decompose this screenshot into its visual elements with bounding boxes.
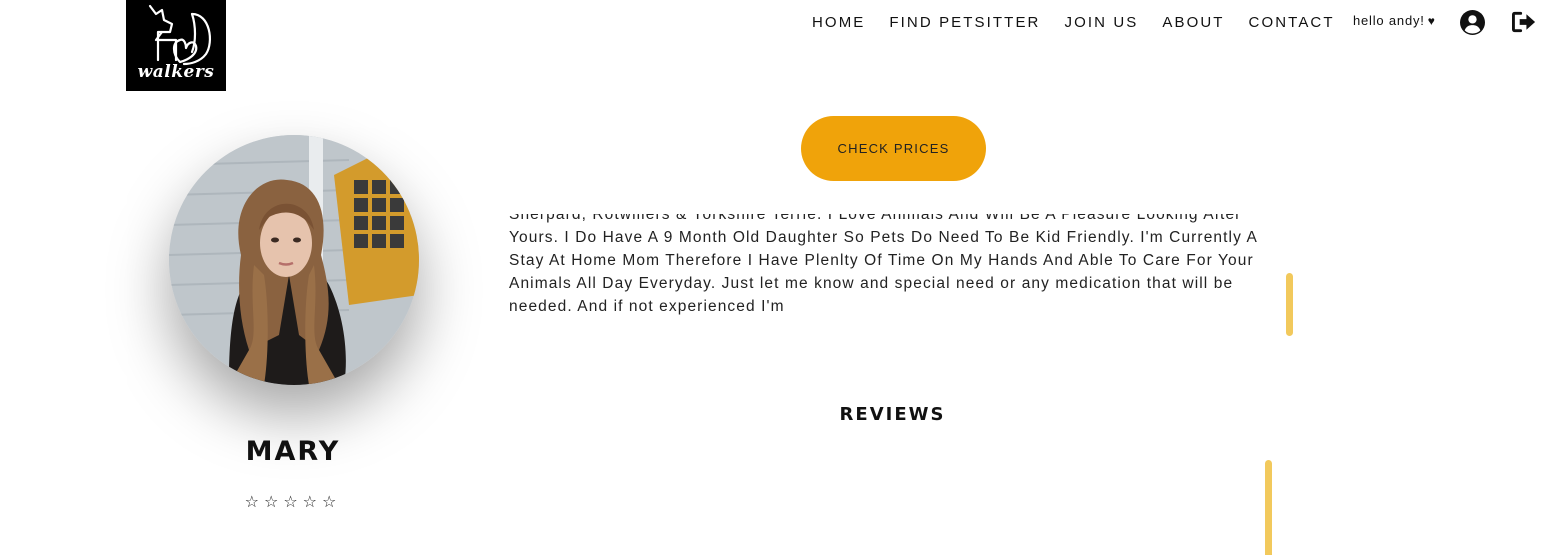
logo-wordmark: walkers	[137, 62, 215, 82]
heart-icon: ♥	[1427, 14, 1436, 28]
sitter-avatar	[169, 135, 419, 385]
user-greeting: hello andy! ♥	[1353, 13, 1436, 28]
reviews-scrollbar-thumb[interactable]	[1265, 460, 1272, 555]
avatar-photo	[169, 135, 419, 385]
nav-contact[interactable]: CONTACT	[1249, 14, 1335, 31]
nav-home[interactable]: HOME	[812, 14, 865, 31]
sitter-name: MARY	[245, 436, 341, 467]
nav-find-petsitter[interactable]: FIND PETSITTER	[889, 14, 1040, 31]
dog-logo-icon	[148, 4, 211, 66]
main-nav: HOME FIND PETSITTER JOIN US ABOUT CONTAC…	[812, 12, 1359, 32]
bio-scrollbar-thumb[interactable]	[1286, 273, 1293, 336]
nav-about[interactable]: ABOUT	[1162, 14, 1224, 31]
check-prices-button[interactable]: CHECK PRICES	[801, 116, 986, 181]
user-circle-icon[interactable]	[1460, 10, 1485, 35]
walkers-logo[interactable]: walkers	[126, 0, 226, 91]
greeting-text: hello andy!	[1353, 13, 1425, 28]
sitter-bio-scrollbox[interactable]: Sherpard, Rotwillers & Yorkshire Terrie.…	[509, 214, 1279, 338]
logout-icon[interactable]	[1512, 11, 1537, 33]
sitter-rating-stars: ☆☆☆☆☆	[244, 492, 342, 511]
nav-join-us[interactable]: JOIN US	[1064, 14, 1138, 31]
reviews-heading: REVIEWS	[839, 404, 946, 425]
sitter-bio-text: Sherpard, Rotwillers & Yorkshire Terrie.…	[509, 214, 1258, 315]
